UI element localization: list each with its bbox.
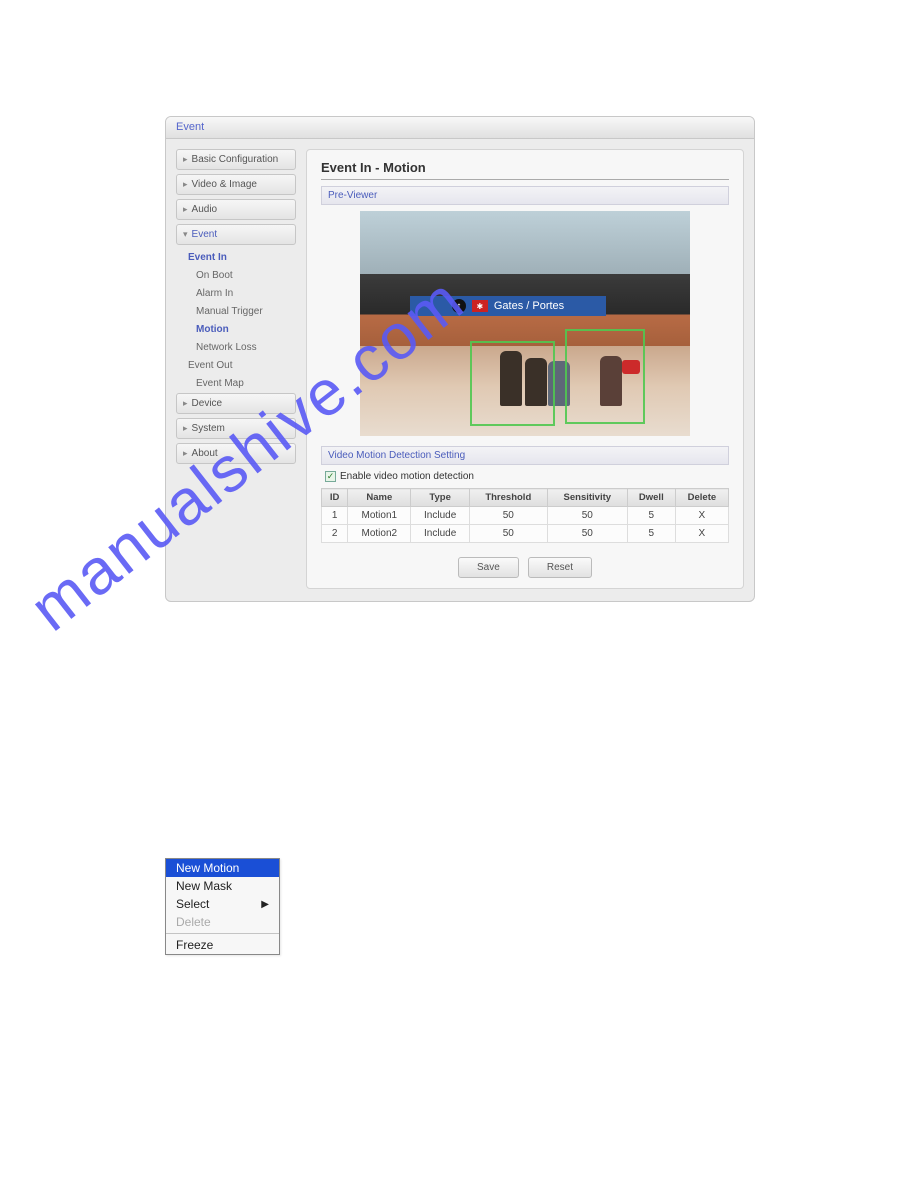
nav-label: About [192,448,218,459]
nav-motion[interactable]: Motion [176,321,296,338]
cell-dwell: 5 [627,507,675,525]
cell-sensitivity: 50 [547,525,627,543]
motion-zone-2[interactable] [565,329,645,424]
cell-type: Include [411,525,469,543]
menu-select[interactable]: Select ▶ [166,895,279,913]
cell-threshold: 50 [469,507,547,525]
nav-event-out[interactable]: Event Out [176,357,296,374]
menu-separator [166,933,279,934]
button-row: Save Reset [321,557,729,578]
nav-event-map[interactable]: Event Map [176,375,296,392]
col-delete: Delete [675,489,728,507]
menu-label: New Mask [176,879,232,893]
arrow-up-icon: ↑ [452,299,466,313]
nav-label: On Boot [196,270,233,281]
context-menu: New Motion New Mask Select ▶ Delete Freez… [165,858,280,955]
nav-label: Event Map [196,378,244,389]
nav-video-image[interactable]: ▸ Video & Image [176,174,296,195]
expand-icon: ▸ [183,398,188,409]
cell-type: Include [411,507,469,525]
col-type: Type [411,489,469,507]
nav-event-in[interactable]: Event In [176,249,296,266]
menu-label: Select [176,897,209,911]
reset-button[interactable]: Reset [528,557,592,578]
preview-section-label: Pre-Viewer [321,186,729,205]
nav-about[interactable]: ▸ About [176,443,296,464]
event-settings-window: Event ▸ Basic Configuration ▸ Video & Imag… [165,116,755,602]
nav-event[interactable]: ▾ Event [176,224,296,245]
nav-on-boot[interactable]: On Boot [176,267,296,284]
expand-icon: ▸ [183,154,188,165]
nav-network-loss[interactable]: Network Loss [176,339,296,356]
video-preview[interactable]: ↑ ✱ Gates / Portes [360,211,690,436]
col-dwell: Dwell [627,489,675,507]
submenu-arrow-icon: ▶ [261,899,269,910]
expand-icon: ▸ [183,448,188,459]
nav-manual-trigger[interactable]: Manual Trigger [176,303,296,320]
preview-sign: ↑ ✱ Gates / Portes [410,296,606,316]
sidebar: ▸ Basic Configuration ▸ Video & Image ▸ Aud… [176,149,296,589]
nav-label: Device [192,398,223,409]
main-panel: Event In - Motion Pre-Viewer ↑ ✱ Gates /… [306,149,744,589]
menu-label: Freeze [176,938,213,952]
menu-label: Delete [176,915,211,929]
cell-threshold: 50 [469,525,547,543]
menu-new-mask[interactable]: New Mask [166,877,279,895]
nav-label: Event In [188,252,227,263]
nav-label: Event Out [188,360,232,371]
table-row[interactable]: 1 Motion1 Include 50 50 5 X [322,507,729,525]
collapse-icon: ▾ [183,229,188,240]
col-threshold: Threshold [469,489,547,507]
menu-label: New Motion [176,861,239,875]
sign-text: Gates / Portes [494,300,564,312]
nav-label: Video & Image [192,179,257,190]
nav-label: Motion [196,324,229,335]
maple-leaf-icon: ✱ [472,300,488,312]
enable-motion-label: Enable video motion detection [340,471,474,482]
nav-label: Basic Configuration [192,154,279,165]
expand-icon: ▸ [183,179,188,190]
col-name: Name [348,489,411,507]
expand-icon: ▸ [183,204,188,215]
col-id: ID [322,489,348,507]
nav-label: Event [192,229,218,240]
menu-delete: Delete [166,913,279,931]
cell-name: Motion2 [348,525,411,543]
nav-label: Alarm In [196,288,233,299]
nav-system[interactable]: ▸ System [176,418,296,439]
table-row[interactable]: 2 Motion2 Include 50 50 5 X [322,525,729,543]
nav-label: Manual Trigger [196,306,263,317]
motion-table: ID Name Type Threshold Sensitivity Dwell… [321,488,729,543]
enable-motion-row[interactable]: ✓ Enable video motion detection [325,471,725,482]
nav-label: Audio [192,204,218,215]
cell-delete[interactable]: X [675,507,728,525]
nav-basic-configuration[interactable]: ▸ Basic Configuration [176,149,296,170]
save-button[interactable]: Save [458,557,519,578]
nav-label: System [192,423,225,434]
menu-new-motion[interactable]: New Motion [166,859,279,877]
window-body: ▸ Basic Configuration ▸ Video & Image ▸ Aud… [166,139,754,599]
col-sensitivity: Sensitivity [547,489,627,507]
checkbox-checked-icon[interactable]: ✓ [325,471,336,482]
cell-id: 2 [322,525,348,543]
nav-alarm-in[interactable]: Alarm In [176,285,296,302]
nav-audio[interactable]: ▸ Audio [176,199,296,220]
cell-id: 1 [322,507,348,525]
cell-sensitivity: 50 [547,507,627,525]
window-titlebar: Event [166,117,754,139]
vmd-section-label: Video Motion Detection Setting [321,446,729,465]
nav-label: Network Loss [196,342,257,353]
cell-delete[interactable]: X [675,525,728,543]
page-heading: Event In - Motion [321,160,729,180]
window-title: Event [176,121,204,133]
menu-freeze[interactable]: Freeze [166,936,279,954]
motion-zone-1[interactable] [470,341,555,426]
expand-icon: ▸ [183,423,188,434]
cell-name: Motion1 [348,507,411,525]
nav-device[interactable]: ▸ Device [176,393,296,414]
cell-dwell: 5 [627,525,675,543]
